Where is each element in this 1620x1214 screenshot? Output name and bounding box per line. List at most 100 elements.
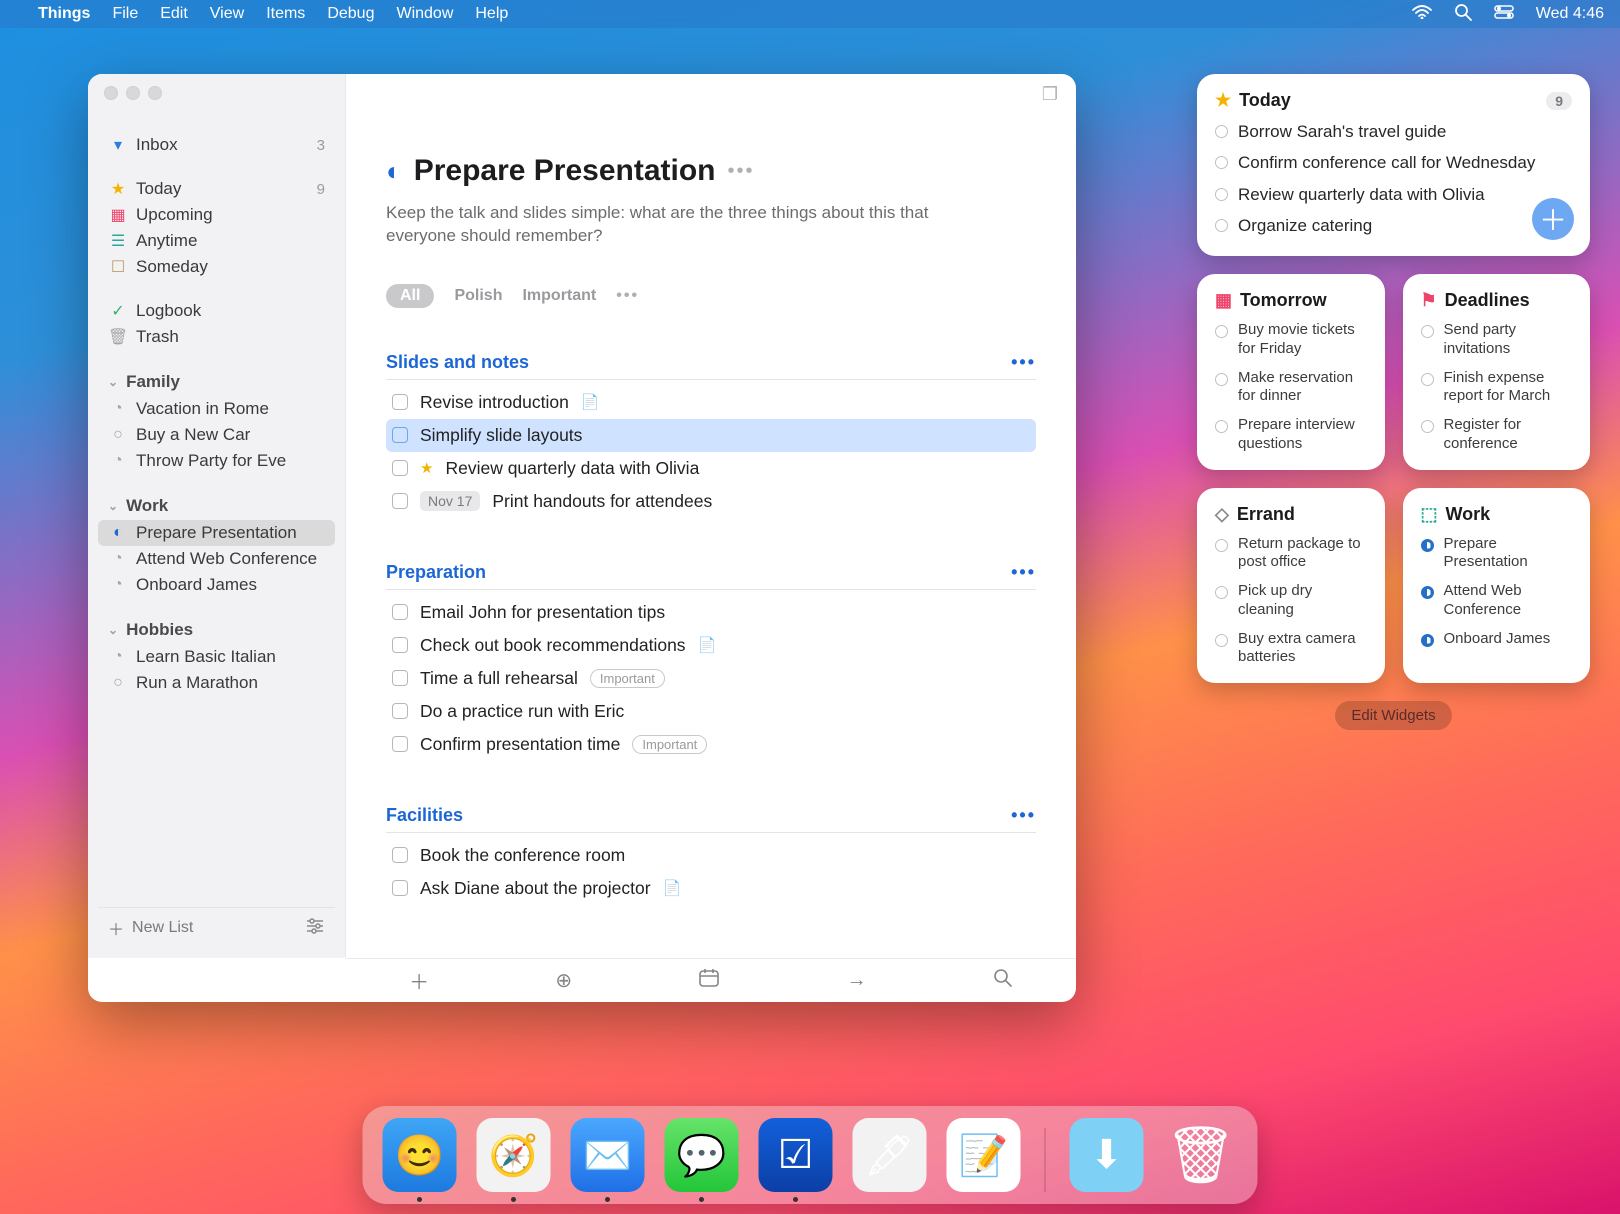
close-button[interactable]: [104, 86, 118, 100]
section-heading[interactable]: Facilities•••: [386, 805, 1036, 833]
wifi-icon[interactable]: [1412, 5, 1432, 24]
task-tag[interactable]: Important: [590, 669, 665, 688]
task-checkbox[interactable]: [392, 394, 408, 410]
control-center-icon[interactable]: [1494, 5, 1514, 24]
calendar-icon[interactable]: [698, 968, 720, 994]
sidebar-today[interactable]: ★ Today 9: [98, 176, 335, 202]
dock-messages[interactable]: 💬: [665, 1118, 739, 1192]
task-row[interactable]: Nov 17Print handouts for attendees: [386, 485, 1036, 518]
checkbox[interactable]: [1421, 420, 1434, 433]
sidebar-project-vacation[interactable]: ◔Vacation in Rome: [98, 396, 335, 422]
search-icon[interactable]: [993, 968, 1013, 994]
checkbox[interactable]: [1215, 325, 1228, 338]
task-checkbox[interactable]: [392, 736, 408, 752]
widget-errand[interactable]: ◇Errand Return package to post office Pi…: [1197, 488, 1385, 684]
filter-more-icon[interactable]: •••: [616, 287, 639, 305]
sidebar-trash[interactable]: 🗑 Trash: [98, 324, 335, 350]
menu-debug[interactable]: Debug: [327, 5, 374, 23]
widget-deadlines[interactable]: ⚑Deadlines Send party invitations Finish…: [1403, 274, 1591, 470]
checkbox[interactable]: [1215, 219, 1228, 232]
task-checkbox[interactable]: [392, 493, 408, 509]
checkbox[interactable]: [1215, 634, 1228, 647]
sidebar-area-hobbies[interactable]: ⌄ Hobbies: [98, 616, 335, 644]
dock-trash[interactable]: 🗑: [1164, 1118, 1238, 1192]
section-heading[interactable]: Slides and notes•••: [386, 352, 1036, 380]
project-menu-icon[interactable]: •••: [728, 160, 755, 183]
sidebar-someday[interactable]: ☐ Someday: [98, 254, 335, 280]
menu-window[interactable]: Window: [396, 5, 453, 23]
dock-finder[interactable]: 😊: [383, 1118, 457, 1192]
dock-things[interactable]: ☑: [759, 1118, 833, 1192]
sidebar-project-webconf[interactable]: ◔Attend Web Conference: [98, 546, 335, 572]
menu-help[interactable]: Help: [475, 5, 508, 23]
checkbox[interactable]: [1215, 586, 1228, 599]
filter-polish[interactable]: Polish: [454, 287, 502, 305]
task-checkbox[interactable]: [392, 670, 408, 686]
zoom-button[interactable]: [148, 86, 162, 100]
dock-safari[interactable]: 🧭: [477, 1118, 551, 1192]
add-task-icon[interactable]: ＋: [409, 966, 429, 995]
sidebar-project-car[interactable]: ○Buy a New Car: [98, 422, 335, 448]
section-menu-icon[interactable]: •••: [1011, 805, 1036, 826]
menubar-clock[interactable]: Wed 4:46: [1536, 5, 1604, 23]
filter-all[interactable]: All: [386, 284, 434, 308]
checkbox[interactable]: [1215, 373, 1228, 386]
dock-notes[interactable]: 📝: [947, 1118, 1021, 1192]
move-icon[interactable]: →: [847, 969, 867, 992]
task-checkbox[interactable]: [392, 637, 408, 653]
add-button[interactable]: ＋: [1532, 198, 1574, 240]
checkbox[interactable]: [1215, 188, 1228, 201]
task-row[interactable]: Do a practice run with Eric: [386, 695, 1036, 728]
dock-downloads[interactable]: ⬇: [1070, 1118, 1144, 1192]
task-row[interactable]: Email John for presentation tips: [386, 596, 1036, 629]
project-description[interactable]: Keep the talk and slides simple: what ar…: [386, 202, 946, 248]
checkbox[interactable]: [1215, 156, 1228, 169]
task-row[interactable]: Simplify slide layouts: [386, 419, 1036, 452]
widget-today[interactable]: ★Today9 Borrow Sarah's travel guide Conf…: [1197, 74, 1590, 256]
sidebar-upcoming[interactable]: ▦ Upcoming: [98, 202, 335, 228]
task-row[interactable]: Ask Diane about the projector📄: [386, 872, 1036, 905]
menu-edit[interactable]: Edit: [160, 5, 188, 23]
sidebar-project-marathon[interactable]: ○Run a Marathon: [98, 670, 335, 696]
add-heading-icon[interactable]: ⊕: [555, 968, 572, 993]
sidebar-logbook[interactable]: ✓ Logbook: [98, 298, 335, 324]
task-row[interactable]: Book the conference room: [386, 839, 1036, 872]
section-menu-icon[interactable]: •••: [1011, 562, 1036, 583]
checkbox[interactable]: [1215, 539, 1228, 552]
sidebar-project-party[interactable]: ◔Throw Party for Eve: [98, 448, 335, 474]
section-menu-icon[interactable]: •••: [1011, 352, 1036, 373]
task-row[interactable]: ★Review quarterly data with Olivia: [386, 452, 1036, 485]
checkbox[interactable]: [1215, 420, 1228, 433]
spotlight-icon[interactable]: [1454, 3, 1472, 26]
window-traffic-lights[interactable]: [104, 86, 162, 100]
sidebar-area-family[interactable]: ⌄ Family: [98, 368, 335, 396]
widget-work[interactable]: ⬚Work Prepare Presentation Attend Web Co…: [1403, 488, 1591, 684]
checkbox[interactable]: [1421, 325, 1434, 338]
task-row[interactable]: Confirm presentation timeImportant: [386, 728, 1036, 761]
task-row[interactable]: Time a full rehearsalImportant: [386, 662, 1036, 695]
checkbox[interactable]: [1421, 373, 1434, 386]
task-checkbox[interactable]: [392, 427, 408, 443]
dock-mail[interactable]: ✉️: [571, 1118, 645, 1192]
task-checkbox[interactable]: [392, 703, 408, 719]
task-checkbox[interactable]: [392, 880, 408, 896]
menu-view[interactable]: View: [210, 5, 244, 23]
new-list-button[interactable]: New List: [132, 919, 193, 937]
section-heading[interactable]: Preparation•••: [386, 562, 1036, 590]
dock-ink[interactable]: 🖋: [853, 1118, 927, 1192]
sidebar-area-work[interactable]: ⌄ Work: [98, 492, 335, 520]
sidebar-anytime[interactable]: ☰ Anytime: [98, 228, 335, 254]
checkbox[interactable]: [1215, 125, 1228, 138]
menu-file[interactable]: File: [112, 5, 138, 23]
task-row[interactable]: Revise introduction📄: [386, 386, 1036, 419]
task-row[interactable]: Check out book recommendations📄: [386, 629, 1036, 662]
sidebar-project-onboard[interactable]: ◔Onboard James: [98, 572, 335, 598]
app-name[interactable]: Things: [38, 5, 90, 23]
settings-icon[interactable]: [305, 918, 325, 939]
task-checkbox[interactable]: [392, 847, 408, 863]
filter-important[interactable]: Important: [522, 287, 596, 305]
sidebar-inbox[interactable]: ▾ Inbox 3: [98, 132, 335, 158]
sidebar-project-presentation[interactable]: ◐Prepare Presentation: [98, 520, 335, 546]
task-checkbox[interactable]: [392, 460, 408, 476]
task-checkbox[interactable]: [392, 604, 408, 620]
